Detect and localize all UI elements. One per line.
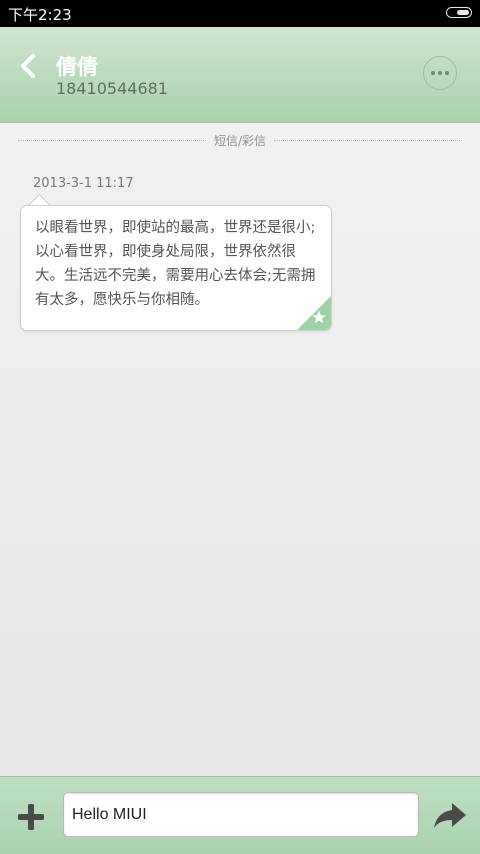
send-arrow-icon[interactable] bbox=[432, 801, 468, 831]
contact-name: 倩倩 bbox=[56, 55, 98, 79]
divider-line bbox=[18, 139, 206, 141]
battery-level bbox=[457, 10, 469, 15]
conversation-header: 倩倩 18410544681 bbox=[0, 27, 480, 123]
more-dots-icon[interactable] bbox=[423, 56, 457, 90]
message-input[interactable] bbox=[63, 792, 419, 837]
message-timestamp: 2013-3-1 11:17 bbox=[33, 176, 134, 191]
status-time: 下午2:23 bbox=[8, 6, 72, 24]
divider-label: 短信/彩信 bbox=[213, 133, 267, 148]
plus-icon[interactable] bbox=[16, 802, 46, 832]
composer-bar bbox=[0, 776, 480, 854]
contact-number: 18410544681 bbox=[56, 79, 168, 98]
dot bbox=[438, 71, 442, 75]
status-bar: 下午2:23 bbox=[0, 0, 480, 27]
battery-icon bbox=[446, 7, 472, 18]
message-text: 以眼看世界，即使站的最高，世界还是很小;以心看世界，即使身处局限，世界依然很大。… bbox=[35, 220, 316, 308]
chevron-left-icon[interactable] bbox=[16, 53, 42, 79]
dot bbox=[431, 71, 435, 75]
message-bubble[interactable]: 以眼看世界，即使站的最高，世界还是很小;以心看世界，即使身处局限，世界依然很大。… bbox=[20, 205, 332, 331]
dot bbox=[445, 71, 449, 75]
star-icon bbox=[297, 296, 331, 330]
divider-line bbox=[274, 139, 463, 141]
message-type-divider: 短信/彩信 bbox=[18, 131, 463, 149]
